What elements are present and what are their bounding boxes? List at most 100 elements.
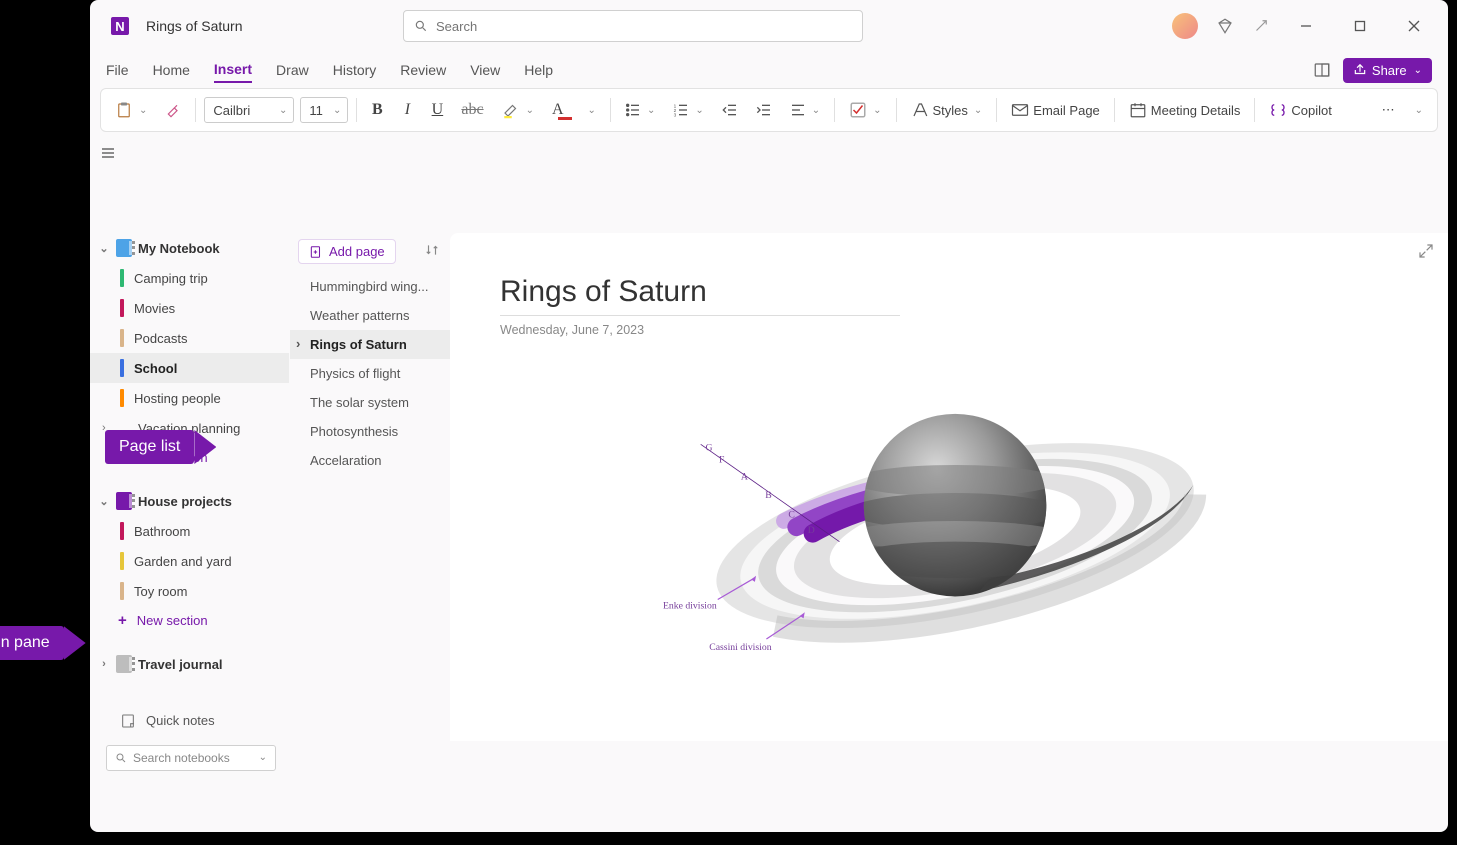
ribbon-overflow-button[interactable]: ⋯ xyxy=(1376,98,1401,122)
notebook-header-my-notebook[interactable]: ⌄ My Notebook xyxy=(90,233,289,263)
page-item[interactable]: Accelaration xyxy=(290,446,450,475)
align-button[interactable]: ⌄ xyxy=(784,98,826,122)
app-window: N Rings of Saturn File Home Insert Draw … xyxy=(90,0,1448,832)
svg-text:N: N xyxy=(115,19,124,34)
highlight-button[interactable]: ⌄ xyxy=(496,97,540,123)
paste-button[interactable]: ⌄ xyxy=(109,96,153,124)
section-bathroom[interactable]: Bathroom xyxy=(90,516,289,546)
chevron-down-icon: ⌄ xyxy=(98,242,110,255)
search-input[interactable] xyxy=(436,19,852,34)
page-item[interactable]: The solar system xyxy=(290,388,450,417)
chevron-down-icon: ⌄ xyxy=(98,495,110,508)
menu-history[interactable]: History xyxy=(333,58,377,82)
user-avatar[interactable] xyxy=(1172,13,1198,39)
indent-button[interactable] xyxy=(750,98,778,122)
search-icon xyxy=(414,19,428,33)
menu-view[interactable]: View xyxy=(470,58,500,82)
copilot-button[interactable]: Copilot xyxy=(1263,97,1337,123)
chevron-right-icon: › xyxy=(98,658,110,670)
global-search[interactable] xyxy=(403,10,863,42)
section-camping-trip[interactable]: Camping trip xyxy=(90,263,289,293)
saturn-illustration: G F A B C D Enke division Cassini divisi… xyxy=(470,353,1428,730)
notebook-header-travel-journal[interactable]: › Travel journal xyxy=(90,649,289,679)
maximize-button[interactable] xyxy=(1342,12,1378,40)
notebook-search-row: Search notebooks ⌄ xyxy=(90,741,290,771)
page-item[interactable]: Photosynthesis xyxy=(290,417,450,446)
close-button[interactable] xyxy=(1396,12,1432,40)
notebook-icon xyxy=(116,239,132,257)
sort-pages-button[interactable] xyxy=(422,240,442,263)
callout-navigation-pane: Navigation pane xyxy=(0,626,64,660)
titlebar-right xyxy=(1172,12,1440,40)
saturn-svg: G F A B C D Enke division Cassini divisi… xyxy=(470,353,1428,730)
note-title[interactable]: Rings of Saturn xyxy=(500,275,900,316)
onenote-icon: N xyxy=(106,12,134,40)
menu-review[interactable]: Review xyxy=(400,58,446,82)
format-painter-button[interactable] xyxy=(159,98,187,122)
add-page-button[interactable]: Add page xyxy=(298,239,396,264)
ring-label-a: A xyxy=(741,472,748,483)
font-color-button[interactable]: A⌄ xyxy=(546,97,602,123)
ring-label-g: G xyxy=(706,443,713,454)
bullets-button[interactable]: ⌄ xyxy=(619,98,661,122)
navigation-pane: ⌄ My Notebook Camping trip Movies Podcas… xyxy=(90,229,290,740)
menu-file[interactable]: File xyxy=(106,58,129,82)
titlebar: N Rings of Saturn xyxy=(90,0,1448,52)
font-size-combo[interactable]: 11 xyxy=(300,97,348,123)
share-button[interactable]: Share ⌄ xyxy=(1343,58,1432,83)
menu-help[interactable]: Help xyxy=(524,58,553,82)
section-podcasts[interactable]: Podcasts xyxy=(90,323,289,353)
email-page-button[interactable]: Email Page xyxy=(1005,97,1105,123)
page-item[interactable]: Physics of flight xyxy=(290,359,450,388)
document-title: Rings of Saturn xyxy=(146,18,243,34)
strikethrough-button[interactable]: abc xyxy=(455,97,489,123)
section-hosting-people[interactable]: Hosting people xyxy=(90,383,289,413)
ribbon: ⌄ Cailbri 11 B I U abc ⌄ A⌄ ⌄ 123⌄ ⌄ ⌄ S… xyxy=(100,88,1438,132)
page-list-pane: Add page Hummingbird wing... Weather pat… xyxy=(290,229,450,740)
menu-insert[interactable]: Insert xyxy=(214,57,252,83)
annotation-cassini: Cassini division xyxy=(709,642,772,653)
section-movies[interactable]: Movies xyxy=(90,293,289,323)
search-notebooks[interactable]: Search notebooks ⌄ xyxy=(106,745,276,771)
bold-button[interactable]: B xyxy=(365,97,389,123)
ribbon-collapse-button[interactable]: ⌄ xyxy=(1407,101,1429,120)
section-school[interactable]: School xyxy=(90,353,289,383)
hamburger-icon[interactable] xyxy=(100,145,116,161)
todo-tag-button[interactable]: ⌄ xyxy=(843,97,887,123)
notebook-icon xyxy=(116,655,132,673)
new-section-button-2[interactable]: +New section xyxy=(90,606,289,635)
minimize-button[interactable] xyxy=(1288,12,1324,40)
ring-label-f: F xyxy=(719,455,725,466)
page-item[interactable]: Rings of Saturn xyxy=(290,330,450,359)
underline-button[interactable]: U xyxy=(425,97,449,123)
page-item[interactable]: Hummingbird wing... xyxy=(290,272,450,301)
notebook-icon xyxy=(116,492,132,510)
section-garden-and-yard[interactable]: Garden and yard xyxy=(90,546,289,576)
page-item[interactable]: Weather patterns xyxy=(290,301,450,330)
styles-button[interactable]: Styles⌄ xyxy=(905,97,989,123)
meeting-details-button[interactable]: Meeting Details xyxy=(1123,97,1247,123)
annotation-enke: Enke division xyxy=(663,601,717,612)
font-name-combo[interactable]: Cailbri xyxy=(204,97,294,123)
sparkle-icon[interactable] xyxy=(1252,17,1270,35)
callout-page-list: Page list xyxy=(105,430,194,464)
numbering-button[interactable]: 123⌄ xyxy=(667,98,709,122)
note-date: Wednesday, June 7, 2023 xyxy=(500,323,644,337)
ring-label-c: C xyxy=(788,510,794,521)
quick-notes-button[interactable]: Quick notes xyxy=(90,701,290,741)
note-canvas[interactable]: Rings of Saturn Wednesday, June 7, 2023 xyxy=(450,233,1448,740)
section-toy-room[interactable]: Toy room xyxy=(90,576,289,606)
italic-button[interactable]: I xyxy=(395,97,419,123)
ring-label-b: B xyxy=(765,490,771,501)
notebook-header-house-projects[interactable]: ⌄ House projects xyxy=(90,486,289,516)
outdent-button[interactable] xyxy=(716,98,744,122)
hamburger-row xyxy=(90,138,450,168)
menubar: File Home Insert Draw History Review Vie… xyxy=(90,52,1448,88)
fullpage-view-icon[interactable] xyxy=(1313,61,1331,79)
menu-home[interactable]: Home xyxy=(153,58,190,82)
menu-draw[interactable]: Draw xyxy=(276,58,309,82)
plus-icon: + xyxy=(118,612,127,629)
expand-canvas-button[interactable] xyxy=(1418,243,1434,264)
svg-text:3: 3 xyxy=(674,113,677,118)
diamond-icon[interactable] xyxy=(1216,17,1234,35)
